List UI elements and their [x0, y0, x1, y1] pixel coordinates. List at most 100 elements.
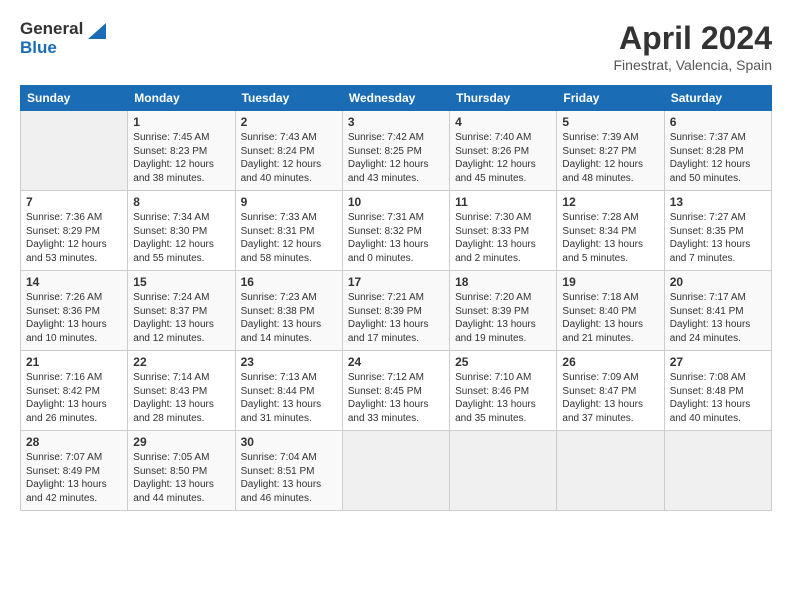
- logo-icon: [84, 21, 106, 39]
- day-number: 13: [670, 195, 766, 209]
- day-cell: 20 Sunrise: 7:17 AMSunset: 8:41 PMDayligh…: [664, 271, 771, 351]
- page: General Blue April 2024 Finestrat, Valen…: [0, 0, 792, 612]
- day-info: Sunrise: 7:21 AMSunset: 8:39 PMDaylight:…: [348, 291, 444, 345]
- day-cell: 21Sunrise: 7:16 AMSunset: 8:42 PMDayligh…: [21, 351, 128, 431]
- header-cell-wednesday: Wednesday: [342, 86, 449, 111]
- day-cell: 8 Sunrise: 7:34 AMSunset: 8:30 PMDaylight…: [128, 191, 235, 271]
- day-info: Sunrise: 7:36 AMSunset: 8:29 PMDaylight:…: [26, 211, 122, 265]
- day-number: 14: [26, 275, 122, 289]
- header-cell-tuesday: Tuesday: [235, 86, 342, 111]
- day-info: Sunrise: 7:13 AMSunset: 8:44 PMDaylight:…: [241, 371, 337, 425]
- day-info: Sunrise: 7:43 AMSunset: 8:24 PMDaylight:…: [241, 131, 337, 185]
- day-number: 4: [455, 115, 551, 129]
- header-cell-monday: Monday: [128, 86, 235, 111]
- day-cell: 25 Sunrise: 7:10 AMSunset: 8:46 PMDayligh…: [450, 351, 557, 431]
- day-number: 22: [133, 355, 229, 369]
- title-section: April 2024 Finestrat, Valencia, Spain: [614, 20, 773, 73]
- day-info: Sunrise: 7:17 AMSunset: 8:41 PMDaylight:…: [670, 291, 766, 345]
- day-info: Sunrise: 7:28 AMSunset: 8:34 PMDaylight:…: [562, 211, 658, 265]
- week-row-4: 21Sunrise: 7:16 AMSunset: 8:42 PMDayligh…: [21, 351, 772, 431]
- day-number: 10: [348, 195, 444, 209]
- day-info: Sunrise: 7:24 AMSunset: 8:37 PMDaylight:…: [133, 291, 229, 345]
- day-info: Sunrise: 7:45 AMSunset: 8:23 PMDaylight:…: [133, 131, 229, 185]
- logo-line2: Blue: [20, 39, 106, 58]
- day-info: Sunrise: 7:07 AMSunset: 8:49 PMDaylight:…: [26, 451, 122, 505]
- day-info: Sunrise: 7:09 AMSunset: 8:47 PMDaylight:…: [562, 371, 658, 425]
- day-number: 29: [133, 435, 229, 449]
- day-cell: 2 Sunrise: 7:43 AMSunset: 8:24 PMDaylight…: [235, 111, 342, 191]
- day-cell: 26 Sunrise: 7:09 AMSunset: 8:47 PMDayligh…: [557, 351, 664, 431]
- day-cell: 5Sunrise: 7:39 AMSunset: 8:27 PMDaylight…: [557, 111, 664, 191]
- calendar-body: 1Sunrise: 7:45 AMSunset: 8:23 PMDaylight…: [21, 111, 772, 511]
- day-number: 5: [562, 115, 658, 129]
- day-info: Sunrise: 7:18 AMSunset: 8:40 PMDaylight:…: [562, 291, 658, 345]
- day-info: Sunrise: 7:33 AMSunset: 8:31 PMDaylight:…: [241, 211, 337, 265]
- day-cell: 3Sunrise: 7:42 AMSunset: 8:25 PMDaylight…: [342, 111, 449, 191]
- day-number: 9: [241, 195, 337, 209]
- day-number: 21: [26, 355, 122, 369]
- day-info: Sunrise: 7:04 AMSunset: 8:51 PMDaylight:…: [241, 451, 337, 505]
- day-number: 17: [348, 275, 444, 289]
- day-number: 15: [133, 275, 229, 289]
- day-info: Sunrise: 7:30 AMSunset: 8:33 PMDaylight:…: [455, 211, 551, 265]
- day-cell: 29 Sunrise: 7:05 AMSunset: 8:50 PMDayligh…: [128, 431, 235, 511]
- main-title: April 2024: [614, 20, 773, 57]
- day-info: Sunrise: 7:31 AMSunset: 8:32 PMDaylight:…: [348, 211, 444, 265]
- day-number: 18: [455, 275, 551, 289]
- day-info: Sunrise: 7:05 AMSunset: 8:50 PMDaylight:…: [133, 451, 229, 505]
- day-cell: 15 Sunrise: 7:24 AMSunset: 8:37 PMDayligh…: [128, 271, 235, 351]
- week-row-3: 14 Sunrise: 7:26 AMSunset: 8:36 PMDayligh…: [21, 271, 772, 351]
- day-number: 26: [562, 355, 658, 369]
- day-cell: 18 Sunrise: 7:20 AMSunset: 8:39 PMDayligh…: [450, 271, 557, 351]
- day-cell: 13 Sunrise: 7:27 AMSunset: 8:35 PMDayligh…: [664, 191, 771, 271]
- logo: General Blue: [20, 20, 106, 57]
- day-number: 27: [670, 355, 766, 369]
- day-number: 16: [241, 275, 337, 289]
- day-cell: 7 Sunrise: 7:36 AMSunset: 8:29 PMDaylight…: [21, 191, 128, 271]
- day-cell: [664, 431, 771, 511]
- day-cell: [21, 111, 128, 191]
- day-info: Sunrise: 7:10 AMSunset: 8:46 PMDaylight:…: [455, 371, 551, 425]
- day-cell: [557, 431, 664, 511]
- day-cell: 23 Sunrise: 7:13 AMSunset: 8:44 PMDayligh…: [235, 351, 342, 431]
- day-info: Sunrise: 7:20 AMSunset: 8:39 PMDaylight:…: [455, 291, 551, 345]
- logo-text: General Blue: [20, 20, 106, 57]
- header-cell-sunday: Sunday: [21, 86, 128, 111]
- day-cell: 16 Sunrise: 7:23 AMSunset: 8:38 PMDayligh…: [235, 271, 342, 351]
- calendar-header: SundayMondayTuesdayWednesdayThursdayFrid…: [21, 86, 772, 111]
- day-number: 6: [670, 115, 766, 129]
- day-cell: 22 Sunrise: 7:14 AMSunset: 8:43 PMDayligh…: [128, 351, 235, 431]
- header-cell-friday: Friday: [557, 86, 664, 111]
- day-info: Sunrise: 7:14 AMSunset: 8:43 PMDaylight:…: [133, 371, 229, 425]
- day-info: Sunrise: 7:40 AMSunset: 8:26 PMDaylight:…: [455, 131, 551, 185]
- day-number: 12: [562, 195, 658, 209]
- day-cell: 30 Sunrise: 7:04 AMSunset: 8:51 PMDayligh…: [235, 431, 342, 511]
- day-info: Sunrise: 7:42 AMSunset: 8:25 PMDaylight:…: [348, 131, 444, 185]
- day-info: Sunrise: 7:23 AMSunset: 8:38 PMDaylight:…: [241, 291, 337, 345]
- day-number: 8: [133, 195, 229, 209]
- day-cell: 4 Sunrise: 7:40 AMSunset: 8:26 PMDaylight…: [450, 111, 557, 191]
- day-number: 7: [26, 195, 122, 209]
- day-number: 25: [455, 355, 551, 369]
- day-info: Sunrise: 7:27 AMSunset: 8:35 PMDaylight:…: [670, 211, 766, 265]
- day-cell: 6 Sunrise: 7:37 AMSunset: 8:28 PMDaylight…: [664, 111, 771, 191]
- day-info: Sunrise: 7:34 AMSunset: 8:30 PMDaylight:…: [133, 211, 229, 265]
- day-number: 2: [241, 115, 337, 129]
- week-row-1: 1Sunrise: 7:45 AMSunset: 8:23 PMDaylight…: [21, 111, 772, 191]
- day-cell: 10 Sunrise: 7:31 AMSunset: 8:32 PMDayligh…: [342, 191, 449, 271]
- header-cell-thursday: Thursday: [450, 86, 557, 111]
- day-number: 23: [241, 355, 337, 369]
- day-number: 30: [241, 435, 337, 449]
- header: General Blue April 2024 Finestrat, Valen…: [20, 20, 772, 73]
- day-info: Sunrise: 7:37 AMSunset: 8:28 PMDaylight:…: [670, 131, 766, 185]
- day-cell: 9 Sunrise: 7:33 AMSunset: 8:31 PMDaylight…: [235, 191, 342, 271]
- day-cell: [450, 431, 557, 511]
- day-number: 24: [348, 355, 444, 369]
- week-row-5: 28Sunrise: 7:07 AMSunset: 8:49 PMDayligh…: [21, 431, 772, 511]
- header-cell-saturday: Saturday: [664, 86, 771, 111]
- day-number: 20: [670, 275, 766, 289]
- day-info: Sunrise: 7:26 AMSunset: 8:36 PMDaylight:…: [26, 291, 122, 345]
- day-number: 19: [562, 275, 658, 289]
- calendar-table: SundayMondayTuesdayWednesdayThursdayFrid…: [20, 85, 772, 511]
- day-cell: 24Sunrise: 7:12 AMSunset: 8:45 PMDayligh…: [342, 351, 449, 431]
